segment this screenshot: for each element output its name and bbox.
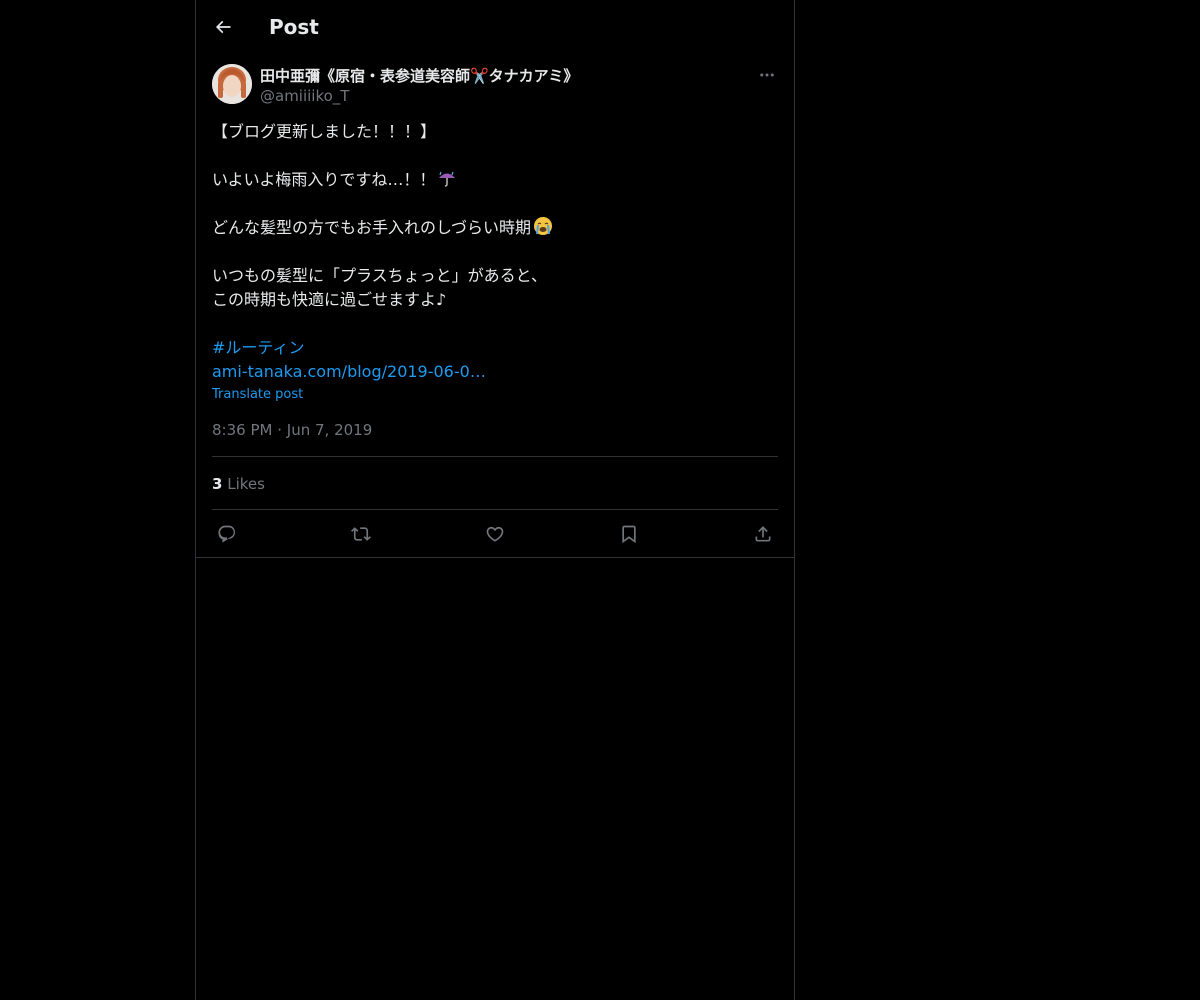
repost-button[interactable]: [349, 522, 373, 546]
share-button[interactable]: [751, 522, 775, 546]
post-bottom-border: [196, 557, 794, 558]
repost-icon: [351, 527, 371, 541]
post-text-segment: どんな髪型の方でもお手入れのしづらい時期: [212, 218, 532, 237]
like-button[interactable]: [483, 522, 507, 546]
post-date[interactable]: Jun 7, 2019: [287, 421, 372, 439]
post-timestamp: 8:36 PM · Jun 7, 2019: [212, 420, 372, 440]
reply-button[interactable]: [215, 522, 239, 546]
hashtag-link[interactable]: #ルーティン: [212, 338, 304, 357]
post-text-line: いつもの髪型に「プラスちょっと」があると、: [212, 266, 548, 285]
post-actions-bar: [212, 520, 778, 548]
avatar-image: [212, 64, 252, 104]
back-button[interactable]: [208, 12, 238, 42]
umbrella-with-rain-icon: [439, 171, 456, 187]
author-name[interactable]: 田中亜彌《原宿・表参道美容師✂️タナカアミ》: [260, 66, 578, 86]
translate-post-link[interactable]: Translate post: [212, 386, 303, 404]
page-header: Post: [196, 0, 794, 53]
post-text-line: どんな髪型の方でもお手入れのしづらい時期: [212, 216, 778, 240]
avatar[interactable]: [212, 64, 252, 104]
likes-label: Likes: [227, 475, 265, 493]
share-icon: [755, 526, 771, 542]
page-title: Post: [269, 15, 319, 39]
timestamp-separator: ·: [277, 421, 283, 439]
post-time[interactable]: 8:36 PM: [212, 421, 272, 439]
divider: [212, 509, 778, 510]
post-text-line: この時期も快適に過ごせますよ♪: [212, 290, 447, 309]
more-icon: [760, 73, 774, 77]
bookmark-button[interactable]: [617, 522, 641, 546]
blog-url-link[interactable]: ami-tanaka.com/blog/2019-06-0…: [212, 362, 486, 381]
divider: [212, 456, 778, 457]
post-text: 【ブログ更新しました！！！】 いよいよ梅雨入りですね…！！ どんな髪型の方でもお…: [212, 120, 778, 384]
post-text-line: いよいよ梅雨入りですね…！！: [212, 168, 778, 192]
arrow-left-icon: [215, 20, 231, 34]
bookmark-icon: [622, 525, 636, 544]
post-text-line: 【ブログ更新しました！！！】: [212, 122, 437, 141]
more-options-button[interactable]: [756, 64, 778, 86]
post-text-segment: いよいよ梅雨入りですね…！！: [212, 170, 436, 189]
reply-icon: [218, 525, 236, 543]
loudly-crying-face-icon: [534, 217, 553, 235]
likes-number: 3: [212, 475, 223, 493]
likes-count[interactable]: 3 Likes: [212, 474, 265, 494]
post-detail-column: Post 田中亜彌《原宿・表参道美容師✂️タナカアミ》 @amiiiiko_T: [195, 0, 795, 1000]
author-handle[interactable]: @amiiiiko_T: [260, 86, 349, 106]
like-icon: [486, 526, 504, 542]
